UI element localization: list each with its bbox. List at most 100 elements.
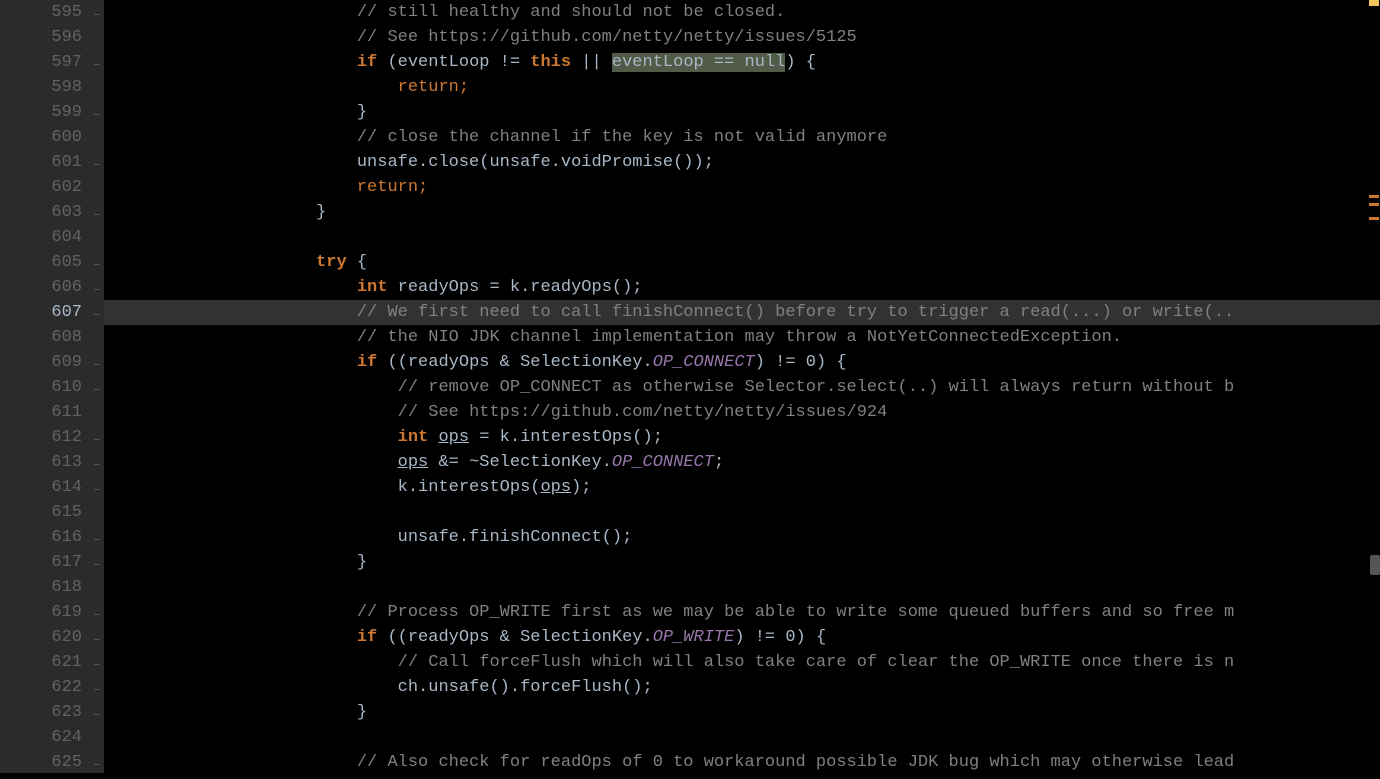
fold-marker-icon[interactable]: − xyxy=(88,254,100,266)
line-number[interactable]: 620− xyxy=(0,625,82,650)
fold-marker-icon[interactable]: − xyxy=(88,454,100,466)
code-line[interactable]: // We first need to call finishConnect()… xyxy=(104,300,1380,325)
code-area[interactable]: // still healthy and should not be close… xyxy=(104,0,1380,773)
fold-marker-icon[interactable]: − xyxy=(88,479,100,491)
code-line[interactable]: if ((readyOps & SelectionKey.OP_WRITE) !… xyxy=(104,625,1380,650)
fold-marker-icon[interactable]: − xyxy=(88,204,100,216)
line-number[interactable]: 610− xyxy=(0,375,82,400)
code-line[interactable] xyxy=(104,500,1380,525)
line-number[interactable]: 618 xyxy=(0,575,82,600)
line-number[interactable]: 596 xyxy=(0,25,82,50)
code-line[interactable]: ops &= ~SelectionKey.OP_CONNECT; xyxy=(104,450,1380,475)
token: } xyxy=(112,103,367,122)
line-number[interactable]: 601− xyxy=(0,150,82,175)
token xyxy=(112,578,122,597)
line-number[interactable]: 606− xyxy=(0,275,82,300)
fold-marker-icon[interactable]: − xyxy=(88,54,100,66)
line-number[interactable]: 595− xyxy=(0,0,82,25)
code-line[interactable]: int ops = k.interestOps(); xyxy=(104,425,1380,450)
token xyxy=(112,28,357,47)
scroll-thumb[interactable] xyxy=(1370,555,1380,575)
fold-marker-icon[interactable]: − xyxy=(88,629,100,641)
scrollbar-minimap[interactable] xyxy=(1366,0,1380,773)
line-number-gutter[interactable]: 595−596597−598599−600601−602603−604605−6… xyxy=(0,0,104,773)
minimap-mark[interactable] xyxy=(1369,217,1379,220)
code-line[interactable]: // remove OP_CONNECT as otherwise Select… xyxy=(104,375,1380,400)
line-number[interactable]: 604 xyxy=(0,225,82,250)
line-number[interactable]: 611 xyxy=(0,400,82,425)
line-number[interactable]: 619− xyxy=(0,600,82,625)
token: } xyxy=(112,203,326,222)
code-line[interactable]: k.interestOps(ops); xyxy=(104,475,1380,500)
fold-marker-icon[interactable]: − xyxy=(88,604,100,616)
code-line[interactable]: int readyOps = k.readyOps(); xyxy=(104,275,1380,300)
line-number[interactable]: 600 xyxy=(0,125,82,150)
code-line[interactable]: // close the channel if the key is not v… xyxy=(104,125,1380,150)
line-number[interactable]: 614− xyxy=(0,475,82,500)
line-number[interactable]: 621− xyxy=(0,650,82,675)
line-number[interactable]: 612− xyxy=(0,425,82,450)
line-number[interactable]: 607− xyxy=(0,300,82,325)
fold-marker-icon[interactable]: − xyxy=(88,304,100,316)
code-line[interactable]: unsafe.close(unsafe.voidPromise()); xyxy=(104,150,1380,175)
token: try xyxy=(316,253,347,272)
code-line[interactable]: return; xyxy=(104,175,1380,200)
fold-marker-icon[interactable]: − xyxy=(88,4,100,16)
code-line[interactable] xyxy=(104,225,1380,250)
fold-marker-icon[interactable]: − xyxy=(88,154,100,166)
code-line[interactable] xyxy=(104,575,1380,600)
line-number[interactable]: 622− xyxy=(0,675,82,700)
code-line[interactable]: if ((readyOps & SelectionKey.OP_CONNECT)… xyxy=(104,350,1380,375)
line-number[interactable]: 624 xyxy=(0,725,82,750)
line-number[interactable]: 603− xyxy=(0,200,82,225)
line-number[interactable]: 602 xyxy=(0,175,82,200)
code-line[interactable] xyxy=(104,725,1380,750)
line-number[interactable]: 617− xyxy=(0,550,82,575)
minimap-mark[interactable] xyxy=(1369,203,1379,206)
code-line[interactable]: ch.unsafe().forceFlush(); xyxy=(104,675,1380,700)
line-number[interactable]: 613− xyxy=(0,450,82,475)
code-line[interactable]: try { xyxy=(104,250,1380,275)
code-line[interactable]: } xyxy=(104,100,1380,125)
fold-marker-icon[interactable]: − xyxy=(88,279,100,291)
code-line[interactable]: if (eventLoop != this || eventLoop == nu… xyxy=(104,50,1380,75)
code-line[interactable]: // See https://github.com/netty/netty/is… xyxy=(104,400,1380,425)
fold-marker-icon[interactable]: − xyxy=(88,104,100,116)
code-line[interactable]: // the NIO JDK channel implementation ma… xyxy=(104,325,1380,350)
line-number[interactable]: 623− xyxy=(0,700,82,725)
line-number[interactable]: 608 xyxy=(0,325,82,350)
minimap-mark[interactable] xyxy=(1369,0,1379,6)
code-line[interactable]: // See https://github.com/netty/netty/is… xyxy=(104,25,1380,50)
fold-marker-icon[interactable]: − xyxy=(88,679,100,691)
code-line[interactable]: // Process OP_WRITE first as we may be a… xyxy=(104,600,1380,625)
fold-marker-icon[interactable]: − xyxy=(88,554,100,566)
code-line[interactable]: // still healthy and should not be close… xyxy=(104,0,1380,25)
token: eventLoop == null xyxy=(612,53,785,72)
fold-marker-icon[interactable]: − xyxy=(88,354,100,366)
code-line[interactable]: return; xyxy=(104,75,1380,100)
line-number[interactable]: 615 xyxy=(0,500,82,525)
code-line[interactable]: } xyxy=(104,550,1380,575)
fold-marker-icon[interactable]: − xyxy=(88,379,100,391)
line-number[interactable]: 616− xyxy=(0,525,82,550)
line-number[interactable]: 597− xyxy=(0,50,82,75)
line-number[interactable]: 609− xyxy=(0,350,82,375)
code-line[interactable]: // Call forceFlush which will also take … xyxy=(104,650,1380,675)
code-line[interactable]: } xyxy=(104,700,1380,725)
line-number[interactable]: 598 xyxy=(0,75,82,100)
token: if xyxy=(357,353,377,372)
line-number[interactable]: 605− xyxy=(0,250,82,275)
code-line[interactable]: // Also check for readOps of 0 to workar… xyxy=(104,750,1380,773)
fold-marker-icon[interactable]: − xyxy=(88,754,100,766)
minimap-mark[interactable] xyxy=(1369,195,1379,198)
line-number[interactable]: 599− xyxy=(0,100,82,125)
code-line[interactable]: } xyxy=(104,200,1380,225)
token: OP_CONNECT xyxy=(612,453,714,472)
line-number[interactable]: 625− xyxy=(0,750,82,775)
token: ; xyxy=(714,453,724,472)
fold-marker-icon[interactable]: − xyxy=(88,654,100,666)
fold-marker-icon[interactable]: − xyxy=(88,429,100,441)
fold-marker-icon[interactable]: − xyxy=(88,529,100,541)
fold-marker-icon[interactable]: − xyxy=(88,704,100,716)
code-line[interactable]: unsafe.finishConnect(); xyxy=(104,525,1380,550)
